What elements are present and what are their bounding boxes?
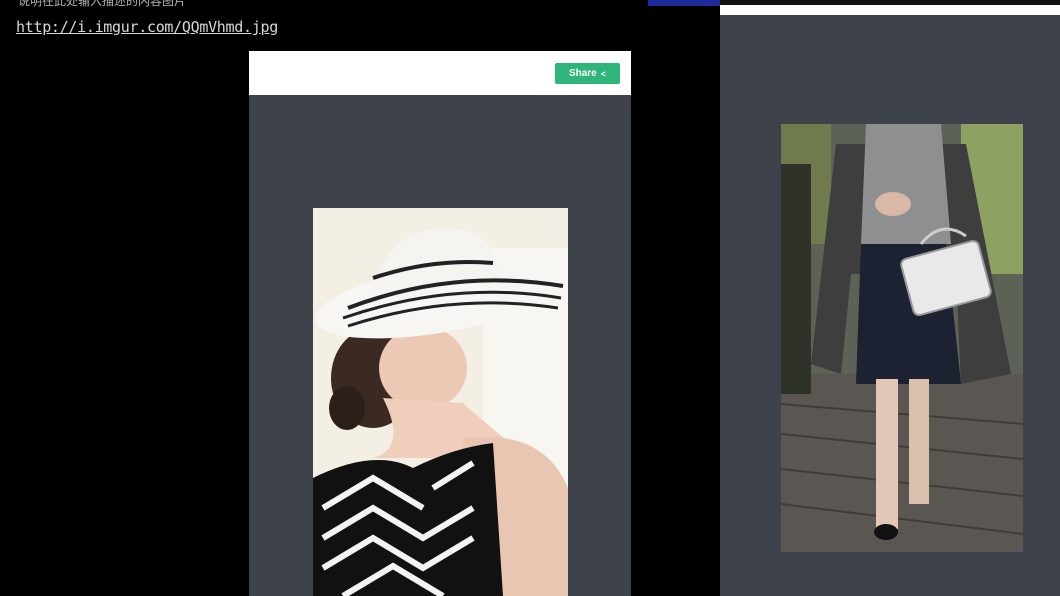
share-icon: < [600, 68, 606, 79]
image-url-link[interactable]: http://i.imgur.com/QQmVhmd.jpg [16, 18, 278, 36]
image-viewer-right [720, 0, 1060, 596]
viewer-topbar-edge [720, 0, 1060, 5]
photo-woman-with-handbag [781, 124, 1023, 552]
clipped-caption-text: 说明在此处输入描述的内容图片 [18, 0, 187, 8]
share-button-label: Share [568, 68, 597, 79]
photo-woman-in-hat [313, 208, 568, 596]
photo-woman-in-hat-illustration [313, 208, 568, 596]
clipped-top-link-strip [648, 0, 720, 6]
photo-woman-with-handbag-illustration [781, 124, 1023, 552]
share-button[interactable]: Share < [554, 63, 620, 84]
image-viewer-left: Share < [249, 51, 631, 596]
viewer-toolbar: Share < [249, 51, 631, 95]
